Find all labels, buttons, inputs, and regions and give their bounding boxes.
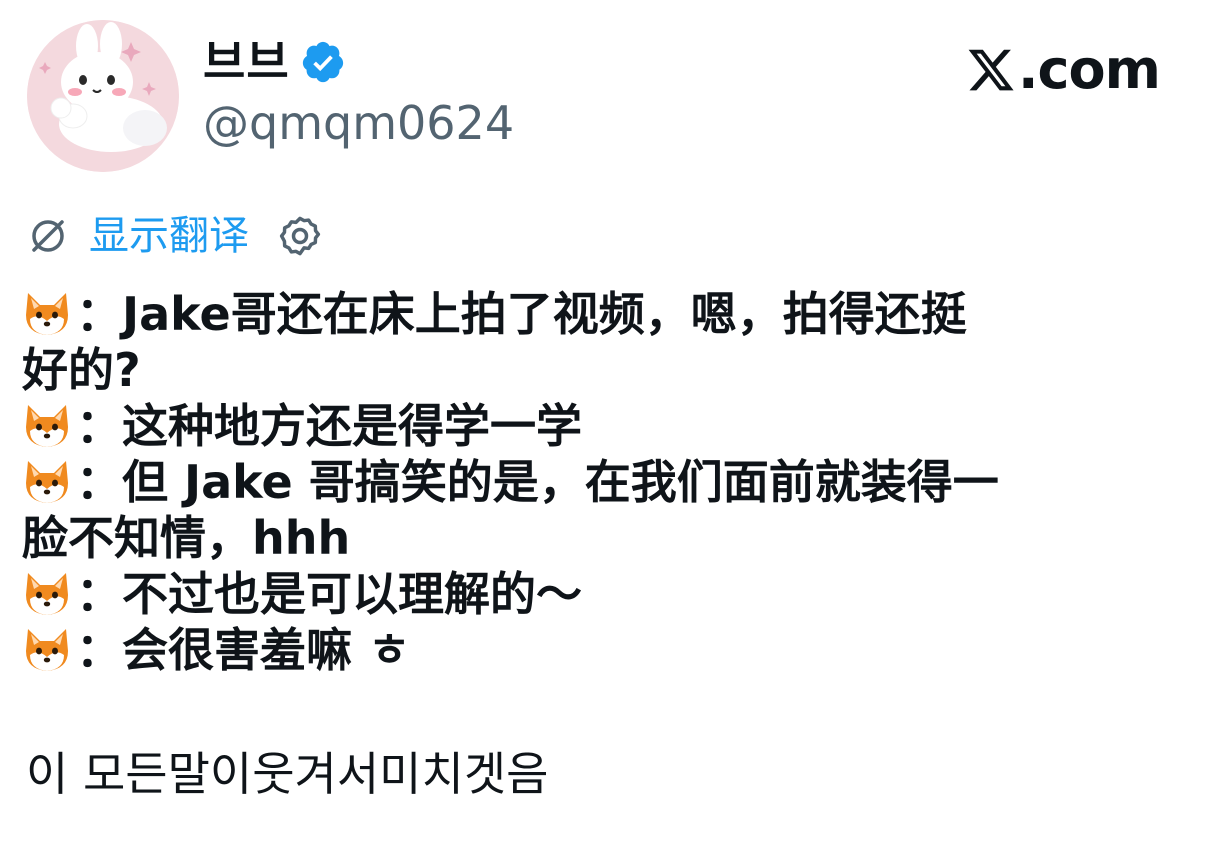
tweet-line: ：会很害羞嘛 ㅎ (22, 622, 1192, 678)
brand-suffix: .com (1018, 38, 1161, 101)
avatar[interactable] (27, 20, 179, 172)
tweet-line: ：Jake哥还在床上拍了视频，嗯，拍得还挺 (22, 286, 1192, 342)
tweet-line-text: ：Jake哥还在床上拍了视频，嗯，拍得还挺 (76, 287, 967, 341)
display-name-row[interactable]: 브브 (203, 32, 346, 92)
tweet-line: 脸不知情，hhh (22, 510, 1192, 566)
display-name[interactable]: 브브 (203, 39, 290, 85)
fox-emoji-icon (26, 405, 68, 447)
tweet-line-text: 脸不知情，hhh (22, 511, 351, 565)
fox-emoji-icon (26, 573, 68, 615)
tweet-closing-text: 이 모든말이웃겨서미치겟음 (26, 747, 549, 801)
translate-icon (32, 220, 64, 252)
user-handle[interactable]: @qmqm0624 (203, 100, 514, 146)
tweet-line-text: 好的? (22, 343, 141, 397)
tweet-line-text: ：但 Jake 哥搞笑的是，在我们面前就装得一 (76, 455, 999, 509)
tweet-text: ：Jake哥还在床上拍了视频，嗯，拍得还挺 好的? ：这种地方还是得学一学 ：但… (22, 286, 1192, 678)
x-logo-icon (968, 49, 1014, 91)
tweet-line-text: ：不过也是可以理解的～ (76, 567, 582, 621)
tweet-line: 好的? (22, 342, 1192, 398)
gear-icon[interactable] (277, 213, 323, 259)
x-com-brand: .com (966, 38, 1161, 101)
tweet-line-text: ：会很害羞嘛 ㅎ (76, 623, 411, 677)
fox-emoji-icon (26, 293, 68, 335)
verified-badge-icon (302, 41, 343, 83)
translate-row: 显示翻译 (27, 208, 323, 264)
tweet-line-text: ：这种地方还是得学一学 (76, 399, 582, 453)
show-translation-link[interactable]: 显示翻译 (89, 216, 249, 256)
tweet-line: ：不过也是可以理解的～ (22, 566, 1192, 622)
fox-emoji-icon (26, 629, 68, 671)
tweet-line: ：这种地方还是得学一学 (22, 398, 1192, 454)
tweet-line: ：但 Jake 哥搞笑的是，在我们面前就装得一 (22, 454, 1192, 510)
fox-emoji-icon (26, 461, 68, 503)
bunny-avatar-image (27, 20, 179, 172)
